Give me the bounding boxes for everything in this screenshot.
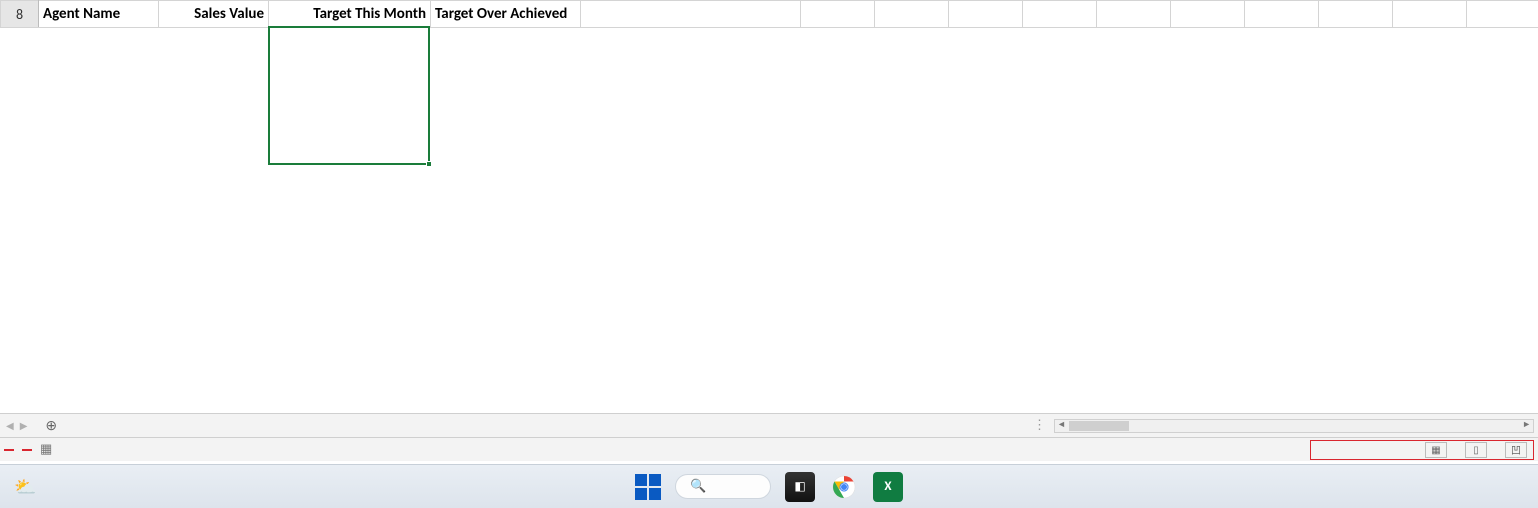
tab-prev-icon[interactable]: ◀ (6, 419, 14, 432)
chrome-icon[interactable] (829, 472, 859, 502)
cell-empty[interactable] (801, 1, 875, 28)
cell-empty[interactable] (1171, 1, 1245, 28)
tab-nav: ◀ ▶ (0, 414, 33, 437)
cell-empty[interactable] (1023, 1, 1097, 28)
task-view-icon[interactable]: ◧ (785, 472, 815, 502)
cell-C8[interactable]: Target This Month (269, 1, 431, 28)
cells-table[interactable]: 8Agent NameSales ValueTarget This MonthT… (0, 0, 1538, 28)
weather-widget[interactable]: ⛅ (0, 476, 42, 498)
cell-E8[interactable] (581, 1, 801, 28)
excel-icon[interactable]: X (873, 472, 903, 502)
row-header[interactable]: 8 (1, 1, 39, 28)
cell-empty[interactable] (949, 1, 1023, 28)
macro-record-icon[interactable]: ▦ (40, 442, 52, 457)
taskbar-search[interactable]: 🔍 (675, 474, 771, 499)
cell-D8[interactable]: Target Over Achieved (431, 1, 581, 28)
selection-outline (268, 26, 430, 165)
cell-empty[interactable] (1097, 1, 1171, 28)
status-bar: ▦ ▦ ▯ 凹 (0, 437, 1538, 461)
view-normal-icon[interactable]: ▦ (1425, 442, 1447, 458)
cell-empty[interactable] (1467, 1, 1538, 28)
tab-next-icon[interactable]: ▶ (20, 419, 28, 432)
status-stats: ▦ ▯ 凹 (1310, 440, 1534, 460)
view-pagebreak-icon[interactable]: 凹 (1505, 442, 1527, 458)
tab-splitter[interactable]: ⋮ (1033, 418, 1046, 433)
fill-handle[interactable] (426, 161, 432, 167)
cell-empty[interactable] (1245, 1, 1319, 28)
cell-B8[interactable]: Sales Value (159, 1, 269, 28)
search-icon: 🔍 (690, 479, 706, 494)
weather-icon: ⛅ (14, 476, 36, 498)
start-button[interactable] (635, 474, 661, 500)
worksheet-grid[interactable]: 8Agent NameSales ValueTarget This MonthT… (0, 0, 1538, 413)
status-numlock (22, 449, 32, 451)
cell-empty[interactable] (875, 1, 949, 28)
windows-taskbar: ⛅ 🔍 ◧ X (0, 464, 1538, 508)
view-pagelayout-icon[interactable]: ▯ (1465, 442, 1487, 458)
sheet-tab-bar: ◀ ▶ ⊕ ⋮ (0, 413, 1538, 437)
new-sheet-button[interactable]: ⊕ (33, 414, 69, 437)
cell-A8[interactable]: Agent Name (39, 1, 159, 28)
horizontal-scrollbar[interactable] (1054, 419, 1534, 433)
cell-empty[interactable] (1393, 1, 1467, 28)
status-ready (4, 449, 14, 451)
cell-empty[interactable] (1319, 1, 1393, 28)
